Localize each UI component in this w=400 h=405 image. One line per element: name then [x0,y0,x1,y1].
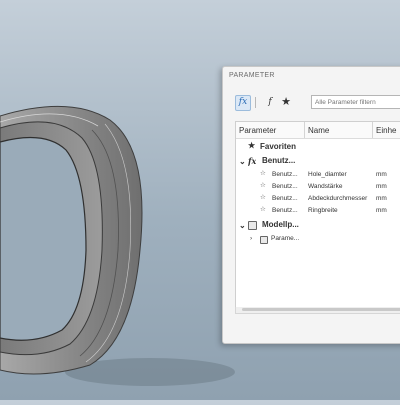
component-icon [260,236,268,244]
table-row[interactable]: ☆ Benutz... Abdeckdurchmesser mm [236,193,400,205]
table-row[interactable]: › Parame... [236,233,400,245]
scrollbar-thumb[interactable] [242,308,400,311]
model-params-group[interactable]: ⌄ Modellp... [236,219,400,231]
unit-cell: mm [376,183,387,190]
parameter-panel: PARAMETER fx f ★ Parameter Name Einhe ★ … [222,66,400,344]
unit-cell: mm [376,171,387,178]
column-header-name[interactable]: Name [308,126,329,135]
model-group-label: Modellp... [262,220,299,229]
filter-input[interactable] [311,95,400,109]
star-outline-icon[interactable]: ☆ [260,205,266,213]
ring-hole [0,136,87,341]
chevron-right-icon[interactable]: › [250,235,252,242]
toolbar-divider [255,97,256,108]
column-header-parameter[interactable]: Parameter [239,126,276,135]
fx-icon[interactable]: fx [235,95,251,111]
param-cell: Benutz... [272,171,298,178]
fx-icon: fx [248,156,257,166]
param-cell: Benutz... [272,183,298,190]
star-icon[interactable]: ★ [279,95,293,109]
name-cell: Hole_diamter [308,171,347,178]
fx-sub-icon[interactable]: f [263,95,277,109]
table-header: Parameter Name Einhe [236,122,400,139]
chevron-down-icon[interactable]: ⌄ [239,157,246,166]
user-group-label: Benutz... [262,156,296,165]
model-icon [248,221,257,230]
table-row[interactable]: ☆ Benutz... Wandstärke mm [236,181,400,193]
favorites-row[interactable]: ★ Favoriten [236,141,400,153]
horizontal-scrollbar[interactable] [235,307,400,314]
model-child-label: Parame... [271,235,300,242]
unit-cell: mm [376,207,387,214]
unit-cell: mm [376,195,387,202]
name-cell: Wandstärke [308,183,343,190]
parameter-table: Parameter Name Einhe ★ Favoriten ⌄ fx Be… [235,121,400,309]
favorites-label: Favoriten [260,142,297,151]
star-outline-icon[interactable]: ☆ [260,193,266,201]
user-params-group[interactable]: ⌄ fx Benutz... [236,155,400,167]
star-filled-icon: ★ [248,141,256,150]
column-divider[interactable] [304,122,305,138]
column-header-unit[interactable]: Einhe [376,126,396,135]
table-row[interactable]: ☆ Benutz... Ringbreite mm [236,205,400,217]
table-row[interactable]: ☆ Benutz... Hole_diamter mm [236,169,400,181]
star-outline-icon[interactable]: ☆ [260,169,266,177]
param-cell: Benutz... [272,207,298,214]
name-cell: Abdeckdurchmesser [308,195,368,202]
star-outline-icon[interactable]: ☆ [260,181,266,189]
column-divider[interactable] [372,122,373,138]
panel-title: PARAMETER [229,72,275,79]
param-cell: Benutz... [272,195,298,202]
name-cell: Ringbreite [308,207,338,214]
chevron-down-icon[interactable]: ⌄ [239,221,246,230]
